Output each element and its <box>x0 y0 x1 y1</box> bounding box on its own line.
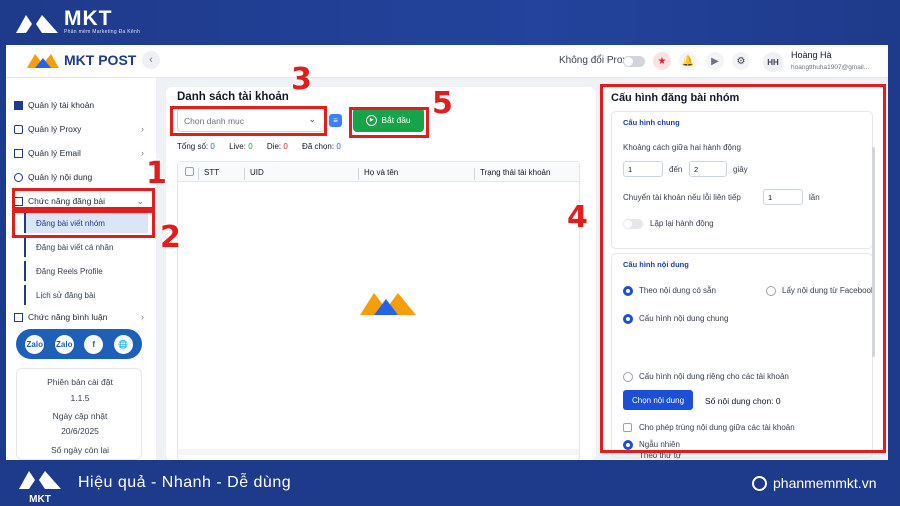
update-date: 20/6/2025 <box>61 426 99 436</box>
bell-icon[interactable]: 🔔 <box>679 52 697 70</box>
brand-name: MKT <box>64 7 113 30</box>
mail-icon <box>14 148 23 158</box>
chevron-right-icon: › <box>141 312 144 322</box>
sidebar: Quản lý tài khoản Quản lý Proxy › Quản lý… <box>6 78 156 460</box>
annotation-number: 2 <box>160 220 181 255</box>
app-name: MKT POST <box>64 52 137 68</box>
select-all-checkbox[interactable] <box>185 167 194 176</box>
collapse-sidebar-button[interactable]: ‹ <box>142 51 160 69</box>
sidebar-item-email[interactable]: Quản lý Email › <box>14 148 144 158</box>
play-icon[interactable]: ▶ <box>706 52 724 70</box>
comment-icon <box>14 312 23 322</box>
account-stats: Tổng số: 0 Live: 0 Die: 0 Đã chọn: 0 <box>177 142 341 151</box>
version-label: Phiên bản cài đặt <box>47 377 113 387</box>
brand-tagline: Phần mềm Marketing Đa Kênh <box>64 29 141 35</box>
column-header[interactable]: Họ và tên <box>364 168 398 177</box>
sidebar-subitem-history[interactable]: Lịch sử đăng bài <box>24 285 148 305</box>
filter-button[interactable]: ≡ <box>329 114 342 127</box>
update-label: Ngày cập nhật <box>52 411 108 421</box>
mkt-post-logo-icon <box>27 54 59 68</box>
sidebar-subitem-personal-post[interactable]: Đăng bài viết cá nhân <box>24 237 148 257</box>
column-header[interactable]: UID <box>250 168 264 177</box>
zalo-group-icon[interactable]: Zalo <box>54 334 74 354</box>
empty-state-logo-icon <box>360 293 416 315</box>
account-table: STT UID Họ và tên Trạng thái tài khoản <box>177 161 580 460</box>
highlight-category-select <box>170 106 327 136</box>
gear-icon[interactable]: ⚙ <box>732 52 750 70</box>
annotation-number: 5 <box>432 86 453 121</box>
vietnam-flag-icon[interactable]: ★ <box>653 52 671 70</box>
annotation-number: 4 <box>567 200 588 235</box>
highlight-config-panel <box>600 84 886 453</box>
facebook-icon[interactable]: f <box>84 334 104 354</box>
highlight-posting-menu <box>12 188 155 210</box>
sidebar-item-accounts[interactable]: Quản lý tài khoản <box>14 100 144 110</box>
sidebar-item-comment[interactable]: Chức năng bình luận › <box>14 312 144 322</box>
mkt-brand: MKT Phần mềm Marketing Đa Kênh <box>14 7 141 35</box>
app-header: MKT POST ‹ Không đổi Proxy ★ 🔔 ▶ ⚙ HH Ho… <box>6 45 888 78</box>
version-value: 1.1.5 <box>70 393 90 403</box>
chevron-right-icon: › <box>141 124 144 134</box>
sidebar-item-proxy[interactable]: Quản lý Proxy › <box>14 124 144 134</box>
page-title: Danh sách tài khoản <box>177 91 289 103</box>
footer-website[interactable]: phanmemmkt.vn <box>752 475 876 491</box>
table-header: STT UID Họ và tên Trạng thái tài khoản <box>178 162 579 182</box>
account-panel: Danh sách tài khoản Chọn danh mục ⌄ ≡ ▶ … <box>166 87 596 460</box>
avatar[interactable]: HH <box>763 52 783 72</box>
highlight-start-button <box>349 107 429 138</box>
user-email: hoangtthuha1907@gmail... <box>791 64 870 71</box>
proxy-toggle[interactable] <box>623 56 645 67</box>
horizontal-scrollbar[interactable] <box>178 449 579 455</box>
footer-logo: MKT <box>17 465 63 505</box>
remaining-label: Số ngày còn lại <box>50 445 110 455</box>
version-card: Phiên bản cài đặt 1.1.5 Ngày cập nhật 20… <box>16 368 142 460</box>
globe-icon <box>752 475 767 491</box>
column-header[interactable]: STT <box>204 168 219 177</box>
sidebar-subitem-reels[interactable]: Đăng Reels Profile <box>24 261 148 281</box>
mkt-logo-icon <box>16 15 58 33</box>
content-icon <box>14 172 23 182</box>
app-logo: MKT POST <box>26 51 136 69</box>
column-header[interactable]: Trạng thái tài khoản <box>480 168 550 177</box>
footer-slogan: Hiệu quả - Nhanh - Dễ dùng <box>78 474 292 491</box>
proxy-icon <box>14 124 23 134</box>
highlight-group-post <box>12 210 155 238</box>
annotation-number: 3 <box>291 62 312 97</box>
user-name: Hoàng Hà <box>791 50 832 60</box>
social-links: Zalo Zalo f 🌐 <box>16 329 142 359</box>
chevron-right-icon: › <box>141 148 144 158</box>
annotation-number: 1 <box>146 156 167 191</box>
website-icon[interactable]: 🌐 <box>113 334 133 354</box>
mkt-logo-icon <box>19 471 61 489</box>
grid-icon <box>14 100 23 110</box>
zalo-icon[interactable]: Zalo <box>25 334 45 354</box>
proxy-label: Không đổi Proxy <box>559 55 633 66</box>
sidebar-item-content[interactable]: Quản lý nội dung <box>14 172 144 182</box>
